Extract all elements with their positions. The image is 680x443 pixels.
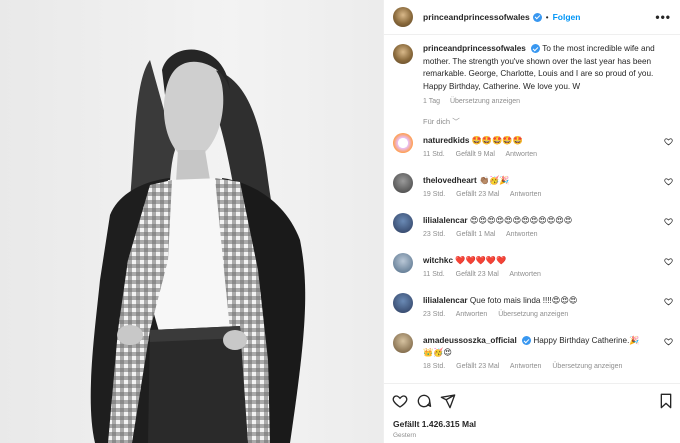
post-header: princeandprincessofwales • Folgen ••• <box>384 0 680 35</box>
portrait-image <box>90 49 306 443</box>
caption-author-avatar[interactable] <box>393 44 413 64</box>
commenter-avatar[interactable] <box>393 333 413 353</box>
post-actions: Gefällt 1.426.315 Mal Gestern <box>384 383 680 443</box>
verified-badge-icon <box>522 336 532 346</box>
comment-age[interactable]: 23 Std. <box>423 311 445 318</box>
separator-dot: • <box>545 12 549 22</box>
reply-button[interactable]: Antworten <box>505 151 537 158</box>
commenter-username[interactable]: lilialalencar <box>423 296 468 305</box>
heart-icon[interactable] <box>664 337 673 346</box>
comments-scroll-area[interactable]: princeandprincessofwales To the most inc… <box>384 35 680 383</box>
heart-icon[interactable] <box>664 137 673 146</box>
comment-age[interactable]: 19 Std. <box>423 191 445 198</box>
comment-likes[interactable]: Gefällt 23 Mal <box>456 363 499 370</box>
translate-link[interactable]: Übersetzung anzeigen <box>552 363 622 370</box>
commenter-username[interactable]: thelovedheart <box>423 176 477 185</box>
follow-button[interactable]: Folgen <box>553 12 581 22</box>
post-date: Gestern <box>393 432 417 439</box>
comment-age[interactable]: 23 Std. <box>423 231 445 238</box>
comment-text: 🤩🤩🤩🤩🤩 <box>471 136 523 145</box>
comment-likes[interactable]: Gefällt 23 Mal <box>456 271 499 278</box>
like-count[interactable]: Gefällt 1.426.315 Mal <box>393 419 476 429</box>
reply-button[interactable]: Antworten <box>456 311 488 318</box>
heart-icon[interactable] <box>664 217 673 226</box>
commenter-username[interactable]: naturedkids <box>423 136 469 145</box>
heart-icon[interactable] <box>664 297 673 306</box>
reply-button[interactable]: Antworten <box>509 271 541 278</box>
comment-age[interactable]: 11 Std. <box>423 271 445 278</box>
verified-badge-icon <box>531 44 541 54</box>
commenter-avatar[interactable] <box>393 253 413 273</box>
share-icon[interactable] <box>440 393 456 409</box>
comment-icon[interactable] <box>416 393 432 409</box>
bookmark-icon[interactable] <box>658 393 674 409</box>
commenter-avatar[interactable] <box>393 293 413 313</box>
caption-translate-link[interactable]: Übersetzung anzeigen <box>450 98 520 105</box>
verified-badge-icon <box>532 12 542 22</box>
commenter-username[interactable]: lilialalencar <box>423 216 468 225</box>
post-side-panel: princeandprincessofwales • Folgen ••• pr… <box>383 0 680 443</box>
caption-age[interactable]: 1 Tag <box>423 98 440 105</box>
heart-icon[interactable] <box>392 393 408 409</box>
for-you-label: Für dich <box>423 117 451 126</box>
author-avatar[interactable] <box>393 7 413 27</box>
comment-likes[interactable]: Gefällt 23 Mal <box>456 191 499 198</box>
caption-username[interactable]: princeandprincessofwales <box>423 44 526 53</box>
for-you-toggle[interactable]: Für dich ﹀ <box>423 116 460 127</box>
heart-icon[interactable] <box>664 177 673 186</box>
translate-link[interactable]: Übersetzung anzeigen <box>498 311 568 318</box>
commenter-avatar[interactable] <box>393 133 413 153</box>
reply-button[interactable]: Antworten <box>510 363 542 370</box>
comment-likes[interactable]: Gefällt 9 Mal <box>456 151 495 158</box>
comment-text: ❤️❤️❤️❤️❤️ <box>455 256 507 265</box>
commenter-username[interactable]: witchkc <box>423 256 453 265</box>
comment-age[interactable]: 11 Std. <box>423 151 445 158</box>
comment-text: Que foto mais linda !!!!😍😍😍 <box>469 296 578 305</box>
comment-age[interactable]: 18 Std. <box>423 363 445 370</box>
commenter-avatar[interactable] <box>393 213 413 233</box>
more-options-icon[interactable]: ••• <box>655 10 671 24</box>
comment-text: 👏🏽🥳🎉 <box>478 176 510 185</box>
reply-button[interactable]: Antworten <box>506 231 538 238</box>
commenter-avatar[interactable] <box>393 173 413 193</box>
comment-text: 😍😍😍😍😍😍😍😍😍😍😍😍 <box>469 216 573 225</box>
author-username[interactable]: princeandprincessofwales <box>423 12 530 22</box>
chevron-down-icon: ﹀ <box>452 117 460 126</box>
comment-likes[interactable]: Gefällt 1 Mal <box>456 231 495 238</box>
reply-button[interactable]: Antworten <box>510 191 542 198</box>
heart-icon[interactable] <box>664 257 673 266</box>
post-photo[interactable] <box>0 0 383 443</box>
commenter-username[interactable]: amadeussoszka_official <box>423 336 517 345</box>
